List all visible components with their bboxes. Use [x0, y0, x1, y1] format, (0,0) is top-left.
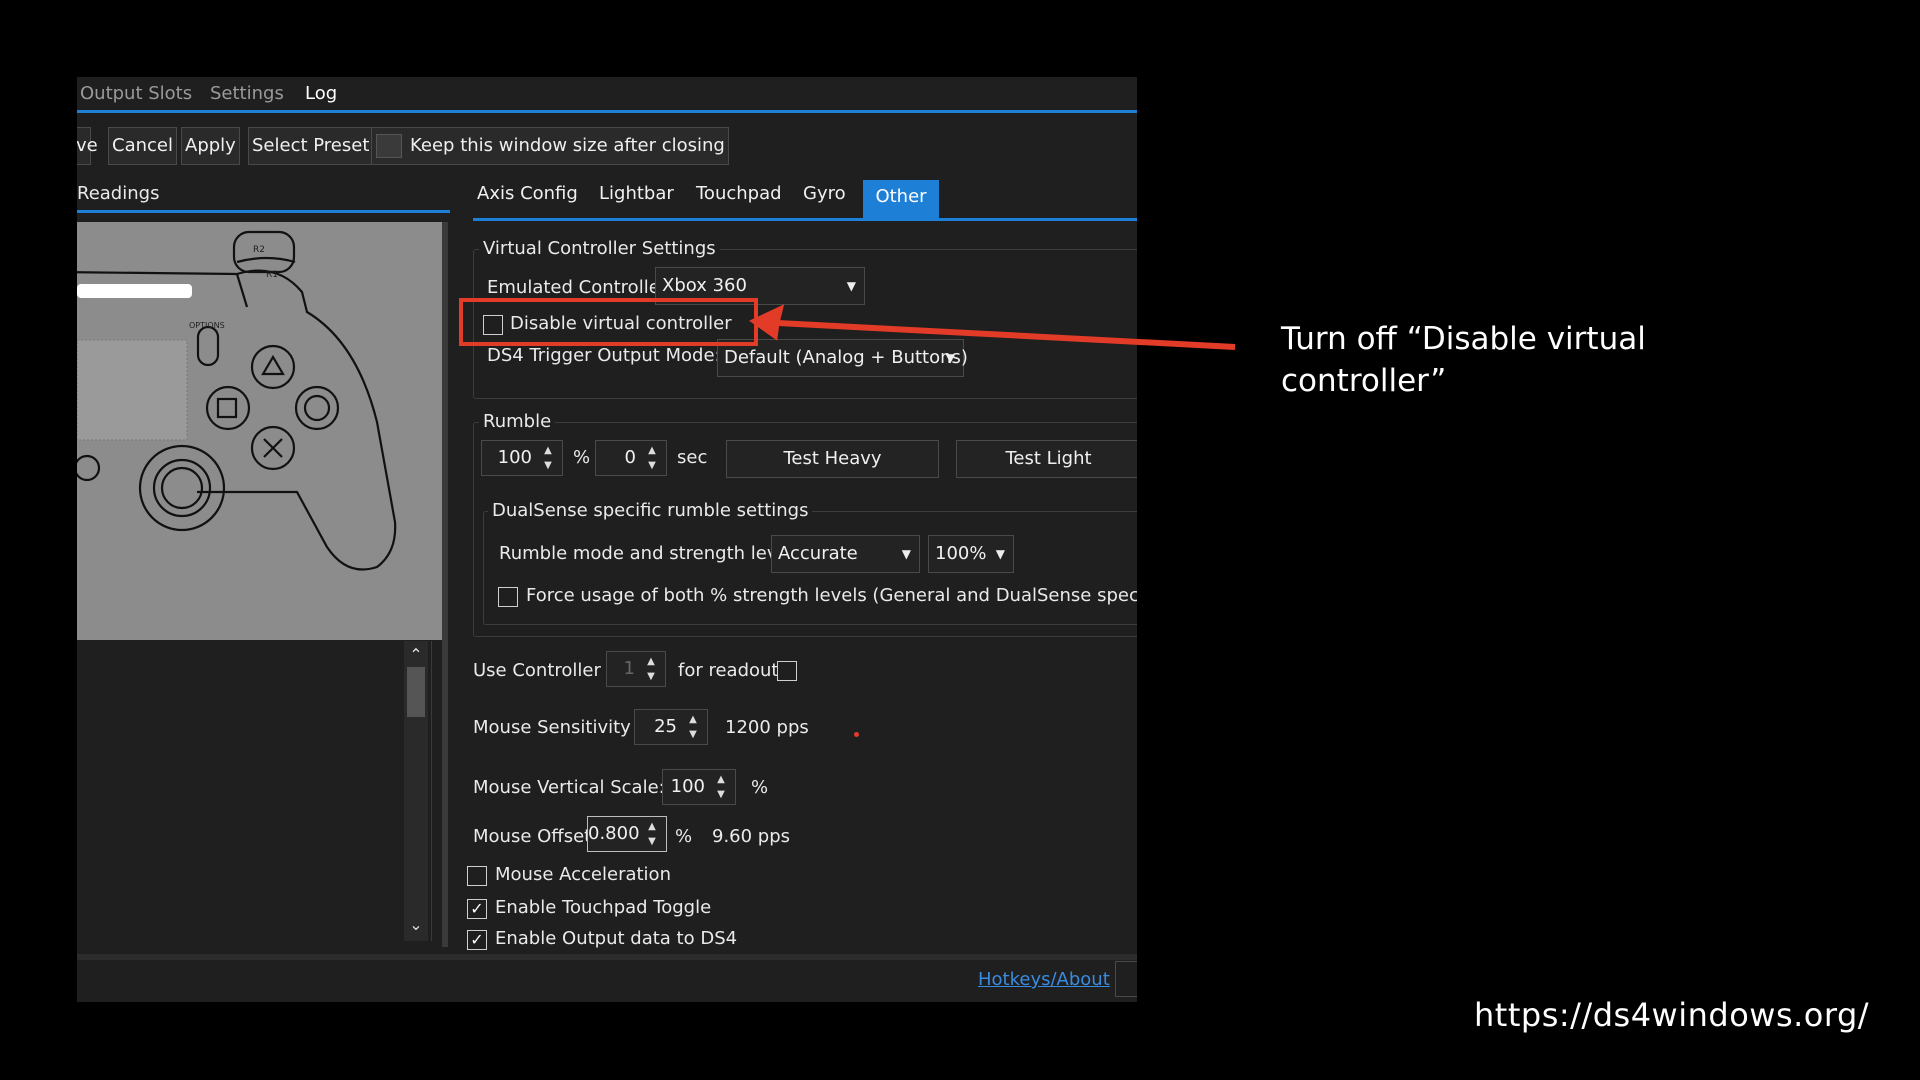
keep-window-size-label: Keep this window size after closing	[410, 135, 725, 156]
mouse-offset-unit: %	[675, 826, 693, 847]
tab-gyro[interactable]: Gyro	[803, 183, 846, 204]
select-preset-button[interactable]: Select Preset	[248, 127, 374, 165]
tab-other[interactable]: Other	[863, 180, 939, 218]
menu-output-slots[interactable]: Output Slots	[80, 83, 192, 104]
mouse-vertical-scale-unit: %	[751, 777, 769, 798]
mouse-acceleration-checkbox[interactable]	[467, 866, 487, 886]
r1-label: R1	[266, 270, 278, 280]
annotation-text: Turn off “Disable virtual controller”	[1281, 321, 1646, 399]
window-size-icon	[376, 134, 402, 158]
for-readout-label: for readout	[678, 660, 779, 681]
cancel-button[interactable]: Cancel	[108, 127, 177, 165]
rumble-seconds-unit: sec	[677, 447, 708, 468]
keep-window-size-toggle[interactable]: Keep this window size after closing	[371, 127, 729, 165]
test-heavy-button[interactable]: Test Heavy	[726, 440, 939, 478]
highlight-box	[459, 298, 758, 346]
rumble-percent-stepper[interactable]: 100 ▲ ▼	[481, 440, 563, 476]
use-controller-label: Use Controller	[473, 660, 601, 681]
mouse-offset-stepper[interactable]: 0.800 ▲ ▼	[587, 816, 667, 852]
annotation-arrow-icon	[749, 304, 1236, 350]
tabs-underline	[473, 218, 1137, 221]
use-controller-stepper[interactable]: 1 ▲ ▼	[606, 651, 666, 687]
mouse-sensitivity-label: Mouse Sensitivity	[473, 717, 631, 738]
touchpad-toggle-checkbox[interactable]: ✓	[467, 899, 487, 919]
cursor-dot	[854, 732, 859, 737]
menu-bar: Output Slots Settings Log	[77, 77, 1137, 113]
mouse-offset-value: 0.800	[588, 823, 640, 844]
stepper-arrows-icon[interactable]: ▲ ▼	[683, 712, 703, 742]
emulated-controller-value: Xbox 360	[662, 275, 747, 296]
test-light-button[interactable]: Test Light	[956, 440, 1137, 478]
rumble-strength-value: 100%	[935, 543, 987, 564]
panel-splitter[interactable]	[442, 222, 448, 947]
output-ds4-checkbox[interactable]: ✓	[467, 930, 487, 950]
rumble-percent-unit: %	[573, 447, 591, 468]
menu-log[interactable]: Log	[305, 83, 337, 104]
emulated-controller-label: Emulated Controller	[487, 277, 668, 298]
tab-lightbar[interactable]: Lightbar	[599, 183, 674, 204]
readings-tab[interactable]: Readings	[77, 183, 159, 204]
rumble-seconds-stepper[interactable]: 0 ▲ ▼	[595, 440, 667, 476]
use-controller-value: 1	[623, 658, 635, 679]
hotkeys-about-link[interactable]: Hotkeys/About	[978, 969, 1110, 990]
site-url: https://ds4windows.org/	[1474, 996, 1870, 1034]
stepper-arrows-icon[interactable]: ▲ ▼	[711, 772, 731, 802]
dualsense-rumble-title: DualSense specific rumble settings	[488, 500, 813, 521]
stepper-arrows-icon[interactable]: ▲ ▼	[642, 443, 662, 473]
chevron-down-icon: ▼	[995, 547, 1005, 561]
mouse-offset-pps: 9.60 pps	[712, 826, 791, 847]
touchpad-toggle-label: Enable Touchpad Toggle	[495, 897, 712, 918]
options-label: OPTIONS	[189, 321, 225, 330]
rumble-seconds-value: 0	[624, 447, 636, 468]
mouse-offset-label: Mouse Offset	[473, 826, 592, 847]
output-ds4-label: Enable Output data to DS4	[495, 928, 738, 949]
save-button[interactable]: ve	[77, 127, 98, 165]
mouse-sensitivity-pps: 1200 pps	[725, 717, 809, 738]
force-strength-label: Force usage of both % strength levels (G…	[526, 585, 1137, 606]
rumble-mode-value: Accurate	[778, 543, 858, 564]
mouse-vertical-scale-value: 100	[670, 776, 705, 797]
ds4windows-profile-editor: Output Slots Settings Log ve Cancel Appl…	[77, 77, 1137, 1002]
chevron-down-icon: ▼	[901, 547, 911, 561]
stepper-arrows-icon[interactable]: ▲ ▼	[538, 443, 558, 473]
mouse-sensitivity-stepper[interactable]: 25 ▲ ▼	[634, 709, 708, 745]
log-scroll-thumb[interactable]	[407, 667, 425, 717]
mouse-sensitivity-value: 25	[654, 716, 677, 737]
rumble-mode-label: Rumble mode and strength level:	[499, 543, 800, 564]
r2-label: R2	[253, 245, 265, 255]
virtual-controller-title: Virtual Controller Settings	[479, 238, 720, 259]
tab-axis-config[interactable]: Axis Config	[477, 183, 578, 204]
menu-settings[interactable]: Settings	[210, 83, 284, 104]
scroll-down-icon[interactable]: ⌄	[404, 913, 428, 937]
force-strength-checkbox[interactable]	[498, 587, 518, 607]
mouse-vertical-scale-stepper[interactable]: 100 ▲ ▼	[662, 769, 736, 805]
footer-button[interactable]	[1115, 961, 1137, 997]
rumble-mode-select[interactable]: Accurate ▼	[771, 535, 920, 573]
stepper-arrows-icon[interactable]: ▲ ▼	[642, 819, 662, 849]
log-list[interactable]	[77, 641, 432, 941]
chevron-down-icon: ▼	[846, 279, 856, 293]
stepper-arrows-icon[interactable]: ▲ ▼	[641, 654, 661, 684]
mouse-acceleration-label: Mouse Acceleration	[495, 864, 671, 885]
controller-readout-image: R2 R1 OPTIONS	[77, 222, 442, 640]
rumble-title: Rumble	[479, 411, 556, 432]
mouse-vertical-scale-label: Mouse Vertical Scale:	[473, 777, 665, 798]
rumble-strength-select[interactable]: 100% ▼	[928, 535, 1014, 573]
readings-tab-underline	[77, 210, 450, 213]
controller-outline-icon: R2 R1 OPTIONS	[77, 230, 397, 571]
apply-button[interactable]: Apply	[181, 127, 240, 165]
trigger-output-mode-label: DS4 Trigger Output Mode:	[487, 345, 721, 366]
scroll-up-icon[interactable]: ⌃	[404, 643, 428, 667]
readout-checkbox[interactable]	[777, 661, 797, 681]
rumble-percent-value: 100	[497, 447, 532, 468]
tab-touchpad[interactable]: Touchpad	[696, 183, 782, 204]
